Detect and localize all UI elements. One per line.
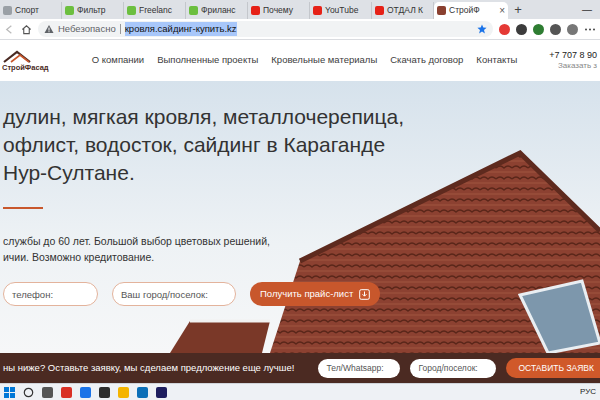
title-underline [3,207,43,209]
home-icon [21,24,32,35]
extension-icon[interactable] [499,24,510,35]
tab-strip: Спорт Фильтр Freelanc Фриланс Почему YouTube О… [0,0,600,19]
logo-text: СтройФасад [2,64,49,72]
taskbar-app-icon[interactable] [80,387,91,398]
browser-tab[interactable]: СтройФ × [434,2,508,19]
tab-label: YouTube [325,4,358,17]
back-icon [4,24,15,35]
security-label: Небезопасно [58,22,116,36]
callback-text: ны ниже? Оставьте заявку, мы сделаем пре… [3,361,308,375]
extension-icon[interactable] [516,24,527,35]
browser-tab[interactable]: ОТДАЛ К [372,2,434,19]
browser-tab[interactable]: Спорт [0,2,62,19]
browser-tab[interactable]: Почему [248,2,310,19]
hero-subtitle-line: службы до 60 лет. Большой выбор цветовых… [3,233,600,249]
browser-tab[interactable]: Фильтр [62,2,124,19]
hero-subtitle-line: ичии. Возможно кредитование. [3,249,600,265]
browser-tab[interactable]: YouTube [310,2,372,19]
taskbar-app-icon[interactable] [61,387,72,398]
hero-title-line: офлист, водосток, сайдинг в Караганде [3,131,600,159]
city-input[interactable] [410,359,496,378]
hero-title-line: дулин, мягкая кровля, металлочерепица, [3,103,600,131]
url-field[interactable]: Небезопасно кровля.сайдинг-купить.kz [38,21,493,37]
star-icon [477,24,487,34]
nav-link[interactable]: Выполненные проекты [157,53,258,67]
favicon-icon [375,6,384,15]
search-icon [23,387,34,398]
favicon-icon [313,6,322,15]
city-input[interactable] [112,282,236,306]
header-contacts: +7 707 8 90Заказать з [549,50,597,71]
taskbar: РУС [0,383,600,400]
favicon-icon [127,6,136,15]
order-call-link[interactable]: Заказать з [549,61,597,71]
tab-label: СтройФ [449,4,480,17]
hero-title-line: Нур-Султане. [3,159,600,187]
button-label: Получить прайс-лист [260,287,353,301]
nav-link[interactable]: Контакты [476,53,517,67]
callback-bar: ны ниже? Оставьте заявку, мы сделаем пре… [0,353,600,383]
tab-label: Фильтр [77,4,106,17]
url-text[interactable]: кровля.сайдинг-купить.kz [125,22,237,36]
taskbar-app-icon[interactable] [118,387,129,398]
new-tab-button[interactable]: + [508,0,528,19]
extension-icon[interactable] [533,24,544,35]
site-header: СтройФасад О компании Выполненные проекты К… [0,40,600,81]
price-form: Получить прайс-лист [3,282,600,306]
nav-link[interactable]: Скачать договор [390,53,463,67]
close-tab-button[interactable]: × [499,3,505,18]
roof-logo-icon [2,50,36,64]
whatsapp-input[interactable] [318,359,400,378]
favicon-icon [437,6,446,15]
menu-icon [584,24,596,35]
site-logo[interactable]: СтройФасад [2,50,60,72]
taskbar-app-icon[interactable] [99,387,110,398]
submit-request-button[interactable]: ОСТАВИТЬ ЗАЯВК [506,358,600,378]
tab-strip-end: +— [508,0,600,19]
extension-icon[interactable] [550,24,561,35]
favicon-icon [251,6,260,15]
get-price-button[interactable]: Получить прайс-лист [250,282,380,306]
tab-label: ОТДАЛ К [387,4,423,17]
separator [120,24,121,34]
nav-link[interactable]: О компании [92,53,144,67]
extension-icon[interactable] [567,24,578,35]
windows-start-icon [4,387,15,398]
hero-content: дулин, мягкая кровля, металлочерепица,оф… [0,81,600,306]
browser-tab[interactable]: Freelanc [124,2,186,19]
download-icon [359,289,370,300]
browser-tab[interactable]: Фриланс [186,2,248,19]
phone-input[interactable] [3,282,98,306]
favicon-icon [65,6,74,15]
tab-label: Фриланс [201,4,236,17]
warning-icon [44,24,54,34]
tab-label: Почему [263,4,293,17]
language-indicator[interactable]: РУС [580,386,596,398]
favicon-icon [3,6,12,15]
minimize-button[interactable]: — [582,2,600,17]
tab-label: Freelanc [139,4,172,17]
hero: дулин, мягкая кровля, металлочерепица,оф… [0,81,600,353]
taskbar-app-icon[interactable] [156,387,167,398]
taskbar-app-icon[interactable] [137,387,148,398]
favicon-icon [189,6,198,15]
phone-number[interactable]: +7 707 8 90 [549,50,597,61]
main-nav: О компании Выполненные проекты Кровельные … [66,53,543,67]
nav-link[interactable]: Кровельные материалы [271,53,377,67]
taskbar-app-icon[interactable] [42,387,53,398]
tab-label: Спорт [15,4,39,17]
address-bar: Небезопасно кровля.сайдинг-купить.kz [0,19,600,40]
